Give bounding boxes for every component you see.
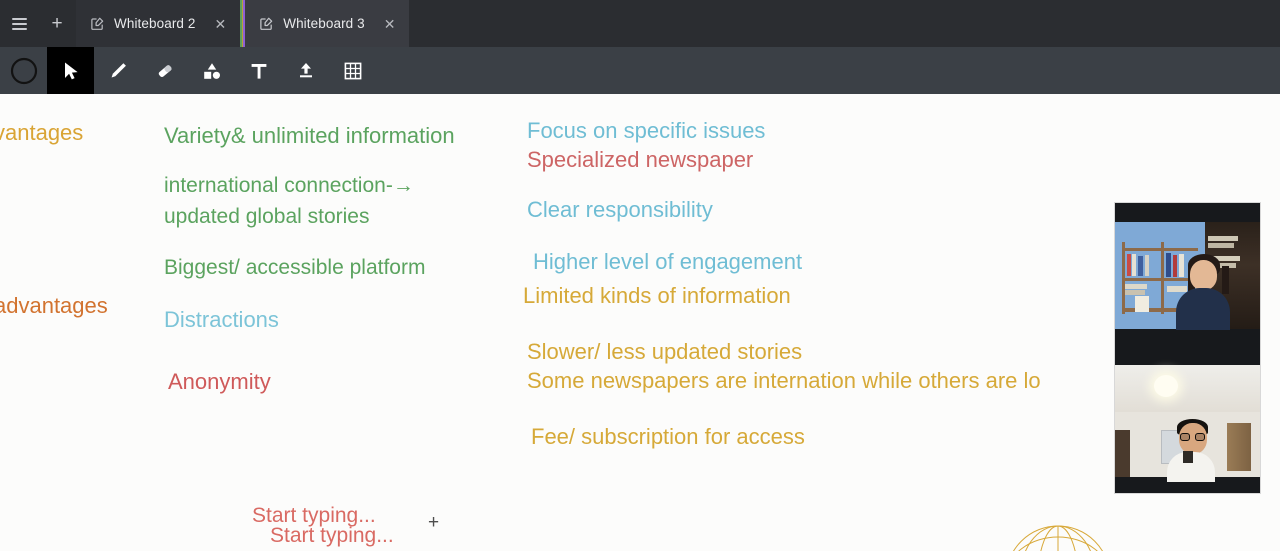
whiteboard-note[interactable]: vantages: [0, 120, 83, 146]
whiteboard-note[interactable]: international connection-→: [164, 174, 414, 199]
whiteboard-app: + Whiteboard 2 ✕ Whiteboard 3 ✕ vantages…: [0, 0, 1280, 551]
tab-whiteboard-2[interactable]: Whiteboard 2 ✕: [76, 0, 241, 47]
tool-bar-empty-space: [376, 47, 1280, 94]
tab-bar: + Whiteboard 2 ✕ Whiteboard 3 ✕: [0, 0, 1280, 47]
whiteboard-note[interactable]: advantages: [0, 293, 108, 319]
whiteboard-note[interactable]: Some newspapers are internation while ot…: [527, 368, 1041, 394]
whiteboard-doc-icon: [90, 16, 105, 31]
whiteboard-note[interactable]: Focus on specific issues: [527, 118, 765, 144]
whiteboard-note[interactable]: Limited kinds of information: [523, 283, 791, 309]
tab-label: Whiteboard 3: [283, 16, 365, 31]
close-icon[interactable]: ✕: [215, 17, 227, 31]
plus-icon: +: [51, 13, 63, 34]
video-tile-participant-1[interactable]: [1115, 203, 1260, 348]
whiteboard-note[interactable]: Biggest/ accessible platform: [164, 256, 425, 281]
whiteboard-note[interactable]: Variety& unlimited information: [164, 123, 455, 149]
video-frame-1: [1115, 222, 1260, 330]
color-circle-tool[interactable]: [0, 47, 47, 94]
close-icon[interactable]: ✕: [384, 17, 396, 31]
whiteboard-canvas[interactable]: vantages advantages Variety& unlimited inf…: [0, 94, 1280, 551]
shapes-tool[interactable]: [188, 47, 235, 94]
whiteboard-note[interactable]: Distractions: [164, 307, 279, 333]
add-note-plus-icon[interactable]: +: [428, 512, 439, 534]
whiteboard-note[interactable]: updated global stories: [164, 205, 369, 230]
logo-name: IMG: [1152, 542, 1234, 551]
video-frame-2: [1115, 365, 1260, 482]
tab-label: Whiteboard 2: [114, 16, 196, 31]
text-tool[interactable]: [235, 47, 282, 94]
whiteboard-note[interactable]: Higher level of engagement: [533, 249, 802, 275]
eraser-tool[interactable]: [141, 47, 188, 94]
whiteboard-note[interactable]: Specialized newspaper: [527, 147, 753, 173]
whiteboard-note[interactable]: Slower/ less updated stories: [527, 339, 802, 365]
globe-icon: [1012, 525, 1104, 551]
tab-whiteboard-3[interactable]: Whiteboard 3 ✕: [245, 0, 410, 47]
img-learning-logo: IMG L E A R N I N G Real Education: [966, 518, 1272, 551]
video-tile-participant-2[interactable]: [1115, 348, 1260, 493]
tool-bar: [0, 47, 1280, 94]
video-call-panel[interactable]: [1114, 202, 1261, 494]
new-tab-button[interactable]: +: [38, 0, 76, 47]
whiteboard-note[interactable]: Start typing...: [270, 524, 394, 549]
upload-tool[interactable]: [282, 47, 329, 94]
whiteboard-note[interactable]: Clear responsibility: [527, 197, 713, 223]
tab-bar-empty-space: [409, 0, 1280, 47]
grid-tool[interactable]: [329, 47, 376, 94]
select-tool[interactable]: [47, 47, 94, 94]
menu-button[interactable]: [0, 0, 38, 47]
whiteboard-note[interactable]: Anonymity: [168, 369, 271, 395]
hamburger-icon: [11, 17, 27, 30]
pen-tool[interactable]: [94, 47, 141, 94]
whiteboard-doc-icon: [259, 16, 274, 31]
whiteboard-note[interactable]: Fee/ subscription for access: [531, 424, 805, 450]
